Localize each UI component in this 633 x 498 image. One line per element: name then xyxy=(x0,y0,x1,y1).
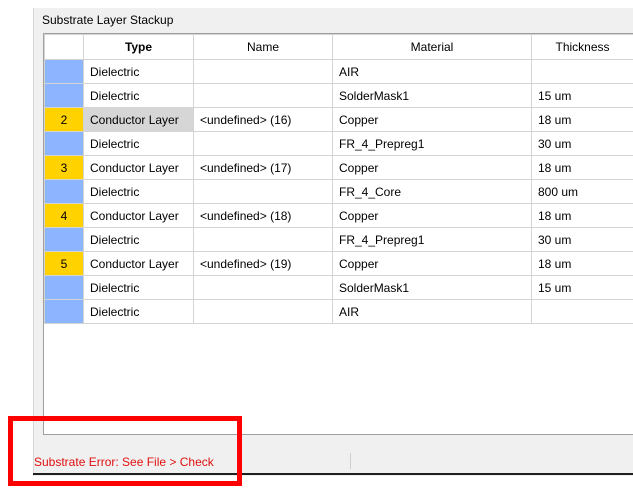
table-row[interactable]: 3 Conductor Layer <undefined> (17) Copper 18… xyxy=(44,155,633,180)
panel-title: Substrate Layer Stackup xyxy=(42,13,174,27)
layer-thickness-cell[interactable]: 30 um xyxy=(531,227,633,252)
layer-name-cell[interactable] xyxy=(193,299,333,324)
layer-thickness-cell[interactable]: 18 um xyxy=(531,251,633,276)
layer-name-cell[interactable] xyxy=(193,59,333,84)
stackup-table: Type Name Material Thickness Dielectric A… xyxy=(44,34,633,324)
error-highlight-box xyxy=(8,416,242,486)
column-header-index[interactable] xyxy=(44,34,84,60)
layer-name-cell[interactable]: <undefined> (16) xyxy=(193,107,333,132)
layer-thickness-cell[interactable] xyxy=(531,299,633,324)
table-row[interactable]: Dielectric FR_4_Prepreg1 30 um xyxy=(44,227,633,252)
table-row[interactable]: 4 Conductor Layer <undefined> (18) Copper 18… xyxy=(44,203,633,228)
layer-name-cell[interactable]: <undefined> (17) xyxy=(193,155,333,180)
layer-thickness-cell[interactable]: 18 um xyxy=(531,107,633,132)
layer-material-cell[interactable]: FR_4_Core xyxy=(332,179,532,204)
layer-thickness-cell[interactable]: 18 um xyxy=(531,203,633,228)
layer-material-cell[interactable]: FR_4_Prepreg1 xyxy=(332,131,532,156)
layer-index-cell[interactable] xyxy=(44,275,84,300)
layer-type-cell[interactable]: Conductor Layer xyxy=(83,251,194,276)
layer-thickness-cell[interactable]: 18 um xyxy=(531,155,633,180)
layer-material-cell[interactable]: Copper xyxy=(332,107,532,132)
table-row[interactable]: Dielectric FR_4_Prepreg1 30 um xyxy=(44,131,633,156)
layer-material-cell[interactable]: Copper xyxy=(332,203,532,228)
layer-index-cell[interactable] xyxy=(44,227,84,252)
layer-material-cell[interactable]: AIR xyxy=(332,59,532,84)
layer-index-cell[interactable]: 5 xyxy=(44,251,84,276)
layer-thickness-cell[interactable]: 15 um xyxy=(531,83,633,108)
layer-name-cell[interactable] xyxy=(193,179,333,204)
layer-thickness-cell[interactable] xyxy=(531,59,633,84)
table-row[interactable]: Dielectric FR_4_Core 800 um xyxy=(44,179,633,204)
layer-type-cell[interactable]: Dielectric xyxy=(83,299,194,324)
table-row[interactable]: Dielectric AIR xyxy=(44,299,633,324)
table-header-row: Type Name Material Thickness xyxy=(44,34,633,60)
layer-name-cell[interactable] xyxy=(193,131,333,156)
layer-name-cell[interactable] xyxy=(193,83,333,108)
column-header-material[interactable]: Material xyxy=(332,34,532,60)
layer-index-cell[interactable]: 4 xyxy=(44,203,84,228)
layer-name-cell[interactable] xyxy=(193,227,333,252)
layer-index-cell[interactable] xyxy=(44,131,84,156)
column-header-name[interactable]: Name xyxy=(193,34,333,60)
layer-type-cell[interactable]: Conductor Layer xyxy=(83,107,194,132)
column-header-type[interactable]: Type xyxy=(83,34,194,60)
layer-index-cell[interactable] xyxy=(44,299,84,324)
layer-type-cell[interactable]: Dielectric xyxy=(83,59,194,84)
table-row[interactable]: Dielectric SolderMask1 15 um xyxy=(44,275,633,300)
layer-thickness-cell[interactable]: 30 um xyxy=(531,131,633,156)
layer-name-cell[interactable] xyxy=(193,275,333,300)
layer-type-cell[interactable]: Conductor Layer xyxy=(83,203,194,228)
layer-material-cell[interactable]: SolderMask1 xyxy=(332,83,532,108)
layer-material-cell[interactable]: Copper xyxy=(332,155,532,180)
layer-index-cell[interactable]: 3 xyxy=(44,155,84,180)
layer-thickness-cell[interactable]: 800 um xyxy=(531,179,633,204)
layer-name-cell[interactable]: <undefined> (18) xyxy=(193,203,333,228)
layer-material-cell[interactable]: Copper xyxy=(332,251,532,276)
layer-type-cell[interactable]: Dielectric xyxy=(83,83,194,108)
table-row[interactable]: Dielectric SolderMask1 15 um xyxy=(44,83,633,108)
layer-index-cell[interactable]: 2 xyxy=(44,107,84,132)
table-row[interactable]: Dielectric AIR xyxy=(44,59,633,84)
layer-thickness-cell[interactable]: 15 um xyxy=(531,275,633,300)
layer-index-cell[interactable] xyxy=(44,83,84,108)
layer-type-cell[interactable]: Conductor Layer xyxy=(83,155,194,180)
layer-material-cell[interactable]: SolderMask1 xyxy=(332,275,532,300)
layer-material-cell[interactable]: FR_4_Prepreg1 xyxy=(332,227,532,252)
layer-name-cell[interactable]: <undefined> (19) xyxy=(193,251,333,276)
column-header-thickness[interactable]: Thickness xyxy=(531,34,633,60)
status-bar-separator xyxy=(350,453,351,469)
layer-type-cell[interactable]: Dielectric xyxy=(83,179,194,204)
layer-type-cell[interactable]: Dielectric xyxy=(83,131,194,156)
layer-index-cell[interactable] xyxy=(44,59,84,84)
layer-type-cell[interactable]: Dielectric xyxy=(83,227,194,252)
table-row[interactable]: 2 Conductor Layer <undefined> (16) Copper 18… xyxy=(44,107,633,132)
table-row[interactable]: 5 Conductor Layer <undefined> (19) Copper 18… xyxy=(44,251,633,276)
layer-index-cell[interactable] xyxy=(44,179,84,204)
layer-material-cell[interactable]: AIR xyxy=(332,299,532,324)
layer-type-cell[interactable]: Dielectric xyxy=(83,275,194,300)
